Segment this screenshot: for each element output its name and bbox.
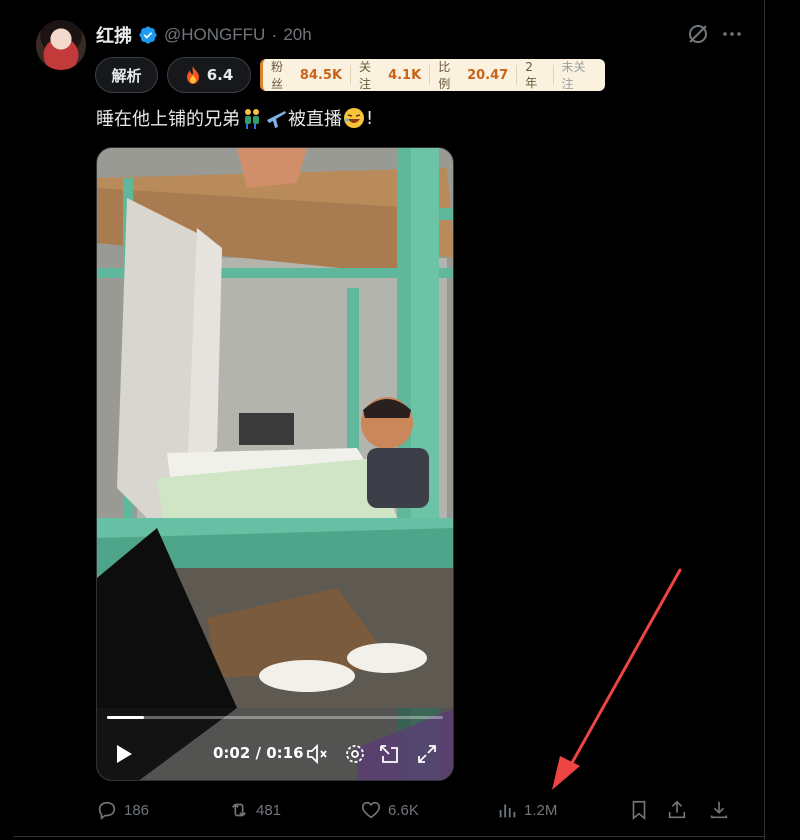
right-border	[764, 0, 765, 840]
play-icon[interactable]	[111, 742, 135, 766]
tweet-card[interactable]: 红拂 @HONGFFU · 20h 解析 6.4 粉丝 84.5K 关注 4.1…	[0, 0, 764, 840]
two-people-emoji-icon	[245, 109, 259, 129]
separator-dot: ·	[271, 24, 278, 45]
verified-badge-icon	[139, 26, 157, 44]
ratio-stat: 比例 20.47	[430, 60, 518, 91]
followers-label: 粉丝	[271, 60, 284, 91]
video-time: 0:02 / 0:16	[213, 744, 304, 762]
tweet-text-end: !	[366, 107, 374, 129]
settings-gear-icon[interactable]	[343, 742, 367, 766]
video-frame	[97, 148, 453, 780]
ratio-value: 20.47	[467, 67, 509, 83]
score-value: 6.4	[206, 66, 234, 84]
reply-count: 186	[124, 801, 150, 819]
views-button[interactable]: 1.2M	[496, 798, 557, 822]
tweet-text-part2: 被直播	[288, 109, 342, 130]
video-progress-bar[interactable]	[107, 716, 443, 719]
ratio-label: 比例	[438, 60, 451, 91]
following-value: 4.1K	[388, 67, 422, 83]
share-icon	[668, 800, 686, 819]
share-button[interactable]	[666, 798, 688, 822]
account-age-stat: 2年	[517, 60, 554, 90]
video-player[interactable]: 0:02 / 0:16	[96, 147, 454, 781]
timestamp[interactable]: 20h	[283, 25, 311, 45]
tweet-text-part1: 睡在他上铺的兄弟	[96, 109, 240, 130]
airplane-emoji-icon	[267, 111, 286, 128]
rofl-emoji-icon	[344, 108, 364, 128]
video-progress-fill	[107, 716, 144, 719]
grok-icon[interactable]	[686, 22, 710, 46]
mute-icon[interactable]	[305, 742, 329, 766]
views-chart-icon	[499, 804, 516, 818]
followers-stat: 粉丝 84.5K	[263, 60, 352, 91]
picture-in-picture-icon[interactable]	[377, 742, 401, 766]
repost-icon	[231, 803, 247, 817]
download-icon	[710, 801, 728, 819]
bookmark-button[interactable]	[628, 798, 650, 822]
following-stat: 关注 4.1K	[351, 60, 431, 91]
repost-button[interactable]: 481	[228, 798, 281, 822]
more-options-icon[interactable]	[720, 22, 744, 46]
analyze-label: 解析	[111, 66, 142, 85]
views-count: 1.2M	[524, 801, 558, 819]
author-name[interactable]: 红拂	[96, 22, 132, 48]
fire-icon	[186, 66, 199, 84]
score-button[interactable]: 6.4	[167, 57, 251, 93]
video-controls: 0:02 / 0:16	[97, 738, 453, 770]
repost-count: 481	[256, 801, 282, 819]
like-button[interactable]: 6.6K	[360, 798, 419, 822]
tweet-header: 红拂 @HONGFFU · 20h	[96, 22, 312, 48]
follow-status-label: 未关注	[561, 60, 586, 91]
author-handle[interactable]: @HONGFFU	[164, 25, 265, 45]
followers-value: 84.5K	[299, 67, 343, 83]
fullscreen-icon[interactable]	[415, 742, 439, 766]
tweet-text: 睡在他上铺的兄弟 被直播 !	[96, 105, 373, 131]
like-count: 6.6K	[388, 801, 419, 819]
download-button[interactable]	[708, 798, 730, 822]
bookmark-icon	[632, 800, 646, 821]
follow-status-stat: 未关注	[554, 60, 605, 91]
analyze-button[interactable]: 解析	[95, 57, 158, 93]
heart-icon	[361, 801, 381, 819]
account-stats-card[interactable]: 粉丝 84.5K 关注 4.1K 比例 20.47 2年 未关注	[260, 59, 605, 91]
reply-button[interactable]: 186	[96, 798, 149, 822]
account-age-label: 2年	[525, 59, 538, 90]
reply-icon	[98, 801, 116, 820]
avatar[interactable]	[36, 20, 86, 70]
tweet-actions: 186 481 6.6K 1.2M	[96, 798, 746, 822]
following-label: 关注	[359, 60, 372, 91]
